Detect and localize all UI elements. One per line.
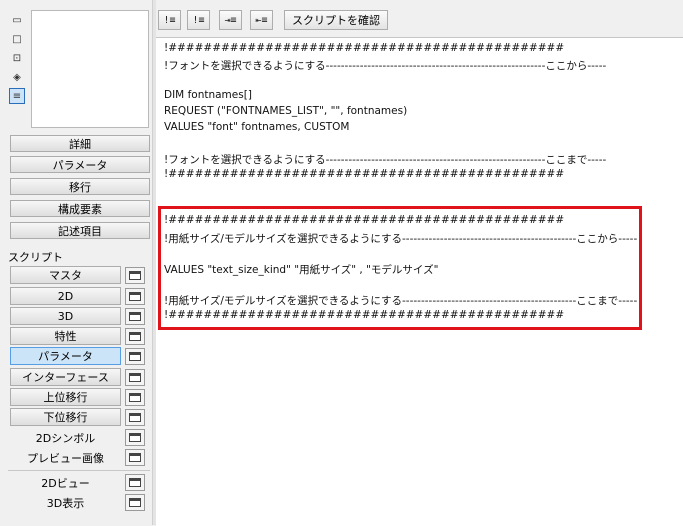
- icon-glyph: ⇥≡: [224, 14, 237, 26]
- outdent-icon[interactable]: ⇤≡: [250, 10, 273, 30]
- script-item-label: マスタ: [49, 269, 82, 282]
- comment-icon[interactable]: !≡: [158, 10, 181, 30]
- open-window-button[interactable]: [125, 389, 145, 406]
- view-mode-toolbar: ▭ □ ⊡ ◈ ≡: [9, 12, 27, 107]
- script-item-master[interactable]: マスタ: [10, 266, 121, 284]
- script-item-label: 上位移行: [43, 391, 88, 404]
- view-item-3d[interactable]: 3D表示: [10, 494, 121, 512]
- divider: [8, 470, 150, 471]
- uncomment-icon[interactable]: !≡: [187, 10, 210, 30]
- code-line: DIM fontnames[]: [164, 89, 252, 101]
- open-window-button[interactable]: [125, 449, 145, 466]
- script-item-properties[interactable]: 特性: [10, 327, 121, 345]
- open-window-button[interactable]: [125, 409, 145, 426]
- cursor-icon[interactable]: ▭: [9, 12, 25, 28]
- script-item-preview-image[interactable]: プレビュー画像: [10, 449, 121, 467]
- script-item-label: 2Dシンボル: [35, 432, 96, 445]
- code-line: !#######################################…: [164, 168, 565, 180]
- script-item-label: 3D: [57, 309, 74, 323]
- square-icon[interactable]: □: [9, 31, 25, 47]
- script-item-3d[interactable]: 3D: [10, 307, 121, 325]
- open-window-button[interactable]: [125, 267, 145, 284]
- open-window-button[interactable]: [125, 348, 145, 365]
- check-script-button[interactable]: スクリプトを確認: [284, 10, 388, 30]
- icon-glyph: !≡: [192, 14, 205, 26]
- section-button-label: 詳細: [69, 137, 91, 151]
- script-item-backward-migration[interactable]: 下位移行: [10, 408, 121, 426]
- script-item-forward-migration[interactable]: 上位移行: [10, 388, 121, 406]
- section-button-parameters[interactable]: パラメータ: [10, 156, 150, 173]
- script-item-label: パラメータ: [38, 350, 93, 363]
- open-window-button[interactable]: [125, 328, 145, 345]
- script-item-parameters[interactable]: パラメータ: [10, 347, 121, 365]
- section-button-label: 移行: [69, 180, 91, 194]
- left-panel: ▭ □ ⊡ ◈ ≡ 詳細 パラメータ 移行 構成要素 記述項目 スクリプト マス…: [0, 0, 152, 525]
- section-button-label: 記述項目: [58, 224, 102, 238]
- section-button-details[interactable]: 詳細: [10, 135, 150, 152]
- code-line: !フォントを選択できるようにする------------------------…: [164, 154, 607, 166]
- cube-icon[interactable]: ◈: [9, 69, 25, 85]
- check-script-label: スクリプトを確認: [292, 14, 380, 27]
- open-window-button[interactable]: [125, 288, 145, 305]
- section-button-label: パラメータ: [52, 158, 108, 172]
- open-window-button[interactable]: [125, 474, 145, 491]
- script-item-label: プレビュー画像: [27, 452, 104, 465]
- view-item-2d[interactable]: 2Dビュー: [10, 474, 121, 492]
- script-item-label: 下位移行: [43, 411, 88, 424]
- preview-area: [31, 10, 149, 128]
- highlight-box: [158, 206, 642, 330]
- code-line: !#######################################…: [164, 42, 565, 54]
- view-item-label: 3D表示: [46, 497, 85, 510]
- open-window-button[interactable]: [125, 308, 145, 325]
- list-icon[interactable]: ≡: [9, 88, 25, 104]
- open-window-button[interactable]: [125, 494, 145, 511]
- script-item-label: 特性: [54, 330, 77, 343]
- code-line: !フォントを選択できるようにする------------------------…: [164, 60, 607, 72]
- script-item-label: 2D: [57, 289, 74, 303]
- script-section-label: スクリプト: [8, 251, 63, 264]
- script-item-2d-symbol[interactable]: 2Dシンボル: [10, 429, 121, 447]
- script-item-interface[interactable]: インターフェース: [10, 368, 121, 386]
- indent-icon[interactable]: ⇥≡: [219, 10, 242, 30]
- camera-icon[interactable]: ⊡: [9, 50, 25, 66]
- script-editor[interactable]: !#######################################…: [156, 37, 683, 526]
- script-item-2d[interactable]: 2D: [10, 287, 121, 305]
- open-window-button[interactable]: [125, 429, 145, 446]
- open-window-button[interactable]: [125, 369, 145, 386]
- script-item-label: インターフェース: [22, 371, 109, 384]
- code-line: VALUES "font" fontnames, CUSTOM: [164, 121, 350, 133]
- view-item-label: 2Dビュー: [41, 477, 90, 490]
- icon-glyph: !≡: [163, 14, 176, 26]
- section-button-migration[interactable]: 移行: [10, 178, 150, 195]
- code-line: REQUEST ("FONTNAMES_LIST", "", fontnames…: [164, 105, 408, 117]
- section-button-label: 構成要素: [58, 202, 102, 216]
- icon-glyph: ⇤≡: [255, 14, 268, 26]
- section-button-descriptors[interactable]: 記述項目: [10, 222, 150, 239]
- section-button-components[interactable]: 構成要素: [10, 200, 150, 217]
